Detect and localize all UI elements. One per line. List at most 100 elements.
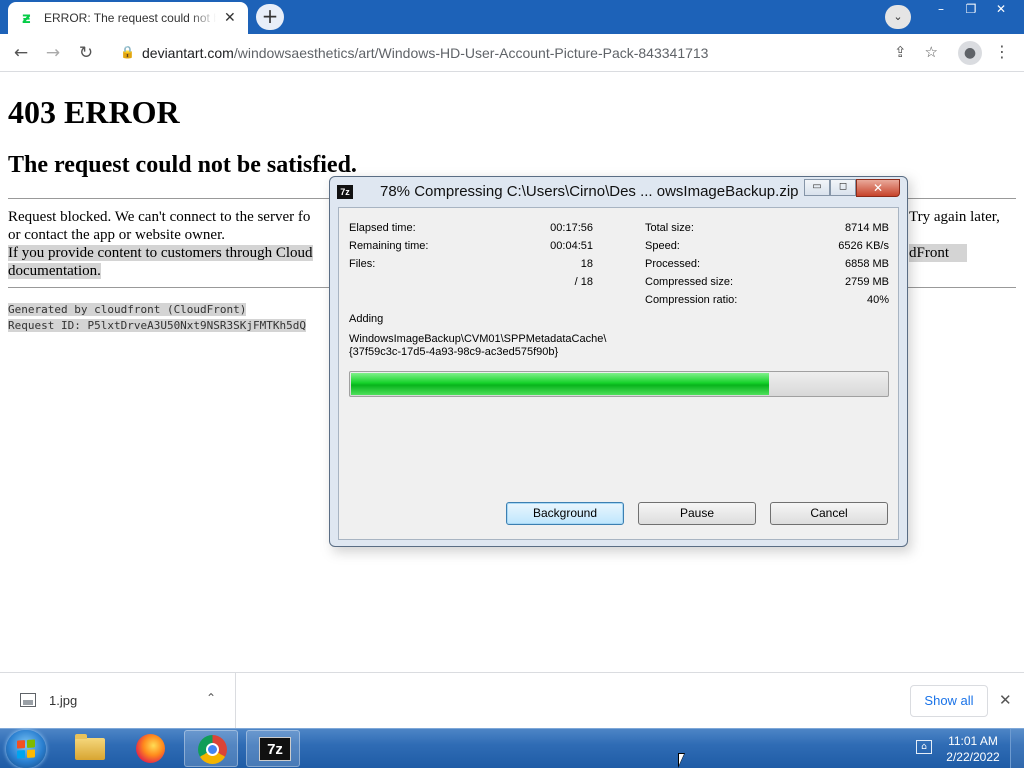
browser-tabstrip: ƶ ERROR: The request could not be satisf… xyxy=(0,0,1024,34)
image-file-icon xyxy=(20,693,36,707)
clock-time[interactable]: 11:01 AM xyxy=(942,734,1004,748)
message-line3-left: If you provide content to customers thro… xyxy=(8,245,313,261)
new-tab-button[interactable]: + xyxy=(256,4,284,30)
taskbar-explorer[interactable] xyxy=(62,730,116,767)
browser-menu-icon[interactable]: ⋮ xyxy=(994,42,1010,61)
stat-label: Files: xyxy=(349,258,376,270)
message-line1-right: Try again later, xyxy=(909,209,1000,225)
address-bar-actions: ⇪ ☆ xyxy=(894,43,938,61)
taskbar-chrome[interactable] xyxy=(184,730,238,767)
dialog-title: 78% Compressing C:\Users\Cirno\Des ... o… xyxy=(380,183,799,200)
sevenzip-progress-dialog: 7z 78% Compressing C:\Users\Cirno\Des ..… xyxy=(329,176,908,547)
close-downloads-icon[interactable]: ✕ xyxy=(999,691,1012,709)
stat-value: 8714 MB xyxy=(844,222,889,234)
dialog-body: Elapsed time: 00:17:56 Remaining time: 0… xyxy=(338,207,899,540)
stat-value: 6858 MB xyxy=(844,258,889,270)
stat-value: / 18 xyxy=(574,276,593,288)
firefox-icon xyxy=(136,734,165,763)
background-button[interactable]: Background xyxy=(506,502,624,525)
downloads-bar: 1.jpg ⌃ Show all ✕ xyxy=(0,672,1024,729)
tab-error-page[interactable]: ƶ ERROR: The request could not be satisf… xyxy=(8,2,248,34)
stat-compression-ratio: Compression ratio: 40% xyxy=(645,294,889,308)
sevenzip-taskbar-icon: 7z xyxy=(259,737,291,761)
message-line1-left: Request blocked. We can't connect to the… xyxy=(8,209,311,225)
current-file-path-line2: {37f59c3c-17d5-4a93-98c9-ac3ed575f90b} xyxy=(349,346,559,358)
dialog-close-button[interactable]: ✕ xyxy=(856,179,900,197)
generated-by-text: Generated by cloudfront (CloudFront) xyxy=(8,303,247,316)
current-file-path-line1: WindowsImageBackup\CVM01\SPPMetadataCach… xyxy=(349,333,607,345)
minimize-button[interactable]: – xyxy=(926,0,956,20)
stat-label: Total size: xyxy=(645,222,694,234)
stat-processed: Processed: 6858 MB xyxy=(645,258,889,272)
forward-arrow-icon[interactable]: → xyxy=(42,42,64,64)
chevron-up-icon[interactable]: ⌃ xyxy=(206,691,216,705)
page-subtitle: The request could not be satisfied. xyxy=(8,152,357,178)
restore-button[interactable]: ❐ xyxy=(956,0,986,20)
stat-value: 00:17:56 xyxy=(550,222,593,234)
download-item[interactable]: 1.jpg ⌃ xyxy=(0,673,236,729)
browser-toolbar: ← → ↻ 🔒 deviantart.com/windowsaesthetics… xyxy=(0,34,1024,72)
close-window-button[interactable]: ✕ xyxy=(986,0,1016,20)
cancel-button[interactable]: Cancel xyxy=(770,502,888,525)
windows-taskbar: 7z ⌂ 11:01 AM 2/22/2022 xyxy=(0,728,1024,768)
tab-title: ERROR: The request could not be satisfie… xyxy=(44,11,216,25)
stat-value: 6526 KB/s xyxy=(838,240,889,252)
start-button[interactable] xyxy=(6,730,46,768)
taskbar-7zip[interactable]: 7z xyxy=(246,730,300,767)
stat-label: Remaining time: xyxy=(349,240,429,252)
bookmark-star-icon[interactable]: ☆ xyxy=(925,43,938,61)
debug-info: Generated by cloudfront (CloudFront) Req… xyxy=(8,302,307,334)
mouse-cursor-icon xyxy=(678,753,685,768)
current-action: Adding xyxy=(349,313,384,325)
deviantart-favicon-icon: ƶ xyxy=(22,9,31,27)
show-desktop-button[interactable] xyxy=(1010,729,1024,768)
show-all-button[interactable]: Show all xyxy=(910,685,988,717)
taskbar-firefox[interactable] xyxy=(123,730,177,767)
profile-avatar-icon[interactable]: ● xyxy=(958,41,982,65)
stat-label: Processed: xyxy=(645,258,701,270)
page-title: 403 ERROR xyxy=(8,94,180,130)
message-line2: or contact the app or website owner. xyxy=(8,227,226,243)
folder-icon xyxy=(75,734,105,760)
chrome-icon xyxy=(198,735,227,764)
back-arrow-icon[interactable]: ← xyxy=(10,42,32,64)
stat-elapsed-time: Elapsed time: 00:17:56 xyxy=(349,222,593,236)
stat-files: Files: 18 xyxy=(349,258,593,272)
stat-compressed-size: Compressed size: 2759 MB xyxy=(645,276,889,290)
pause-button[interactable]: Pause xyxy=(638,502,756,525)
stat-remaining-time: Remaining time: 00:04:51 xyxy=(349,240,593,254)
window-controls: – ❐ ✕ xyxy=(926,0,1016,20)
message-line4: documentation. xyxy=(8,263,101,279)
compression-progress-bar xyxy=(349,371,889,397)
stat-value: 18 xyxy=(580,258,593,270)
address-bar[interactable]: 🔒 deviantart.com/windowsaesthetics/art/W… xyxy=(108,38,948,68)
share-icon[interactable]: ⇪ xyxy=(894,43,907,61)
stat-label: Elapsed time: xyxy=(349,222,416,234)
stat-files-total: / 18 xyxy=(349,276,593,290)
network-icon[interactable]: ⌂ xyxy=(916,740,932,754)
stat-value: 2759 MB xyxy=(844,276,889,288)
stat-total-size: Total size: 8714 MB xyxy=(645,222,889,236)
stat-label: Compressed size: xyxy=(645,276,734,288)
sevenzip-icon: 7z xyxy=(337,185,353,199)
windows-logo-icon xyxy=(17,739,35,759)
dialog-titlebar[interactable]: 7z 78% Compressing C:\Users\Cirno\Des ..… xyxy=(330,177,907,206)
lock-icon[interactable]: 🔒 xyxy=(120,45,135,59)
url-host: deviantart.com xyxy=(142,45,234,61)
stat-label: Compression ratio: xyxy=(645,294,738,306)
tab-close-icon[interactable]: ✕ xyxy=(224,10,236,26)
download-file-name: 1.jpg xyxy=(49,693,78,708)
stat-value: 40% xyxy=(866,294,889,306)
url-text[interactable]: deviantart.com/windowsaesthetics/art/Win… xyxy=(142,45,708,61)
dialog-minimize-button[interactable]: ▭ xyxy=(804,179,830,196)
dialog-maximize-button[interactable]: ◻ xyxy=(830,179,856,196)
tab-search-button[interactable]: ⌄ xyxy=(885,5,911,29)
message-line3-right: dFront xyxy=(909,244,967,262)
progress-bar-fill xyxy=(351,373,770,395)
request-id-text: Request ID: P5lxtDrveA3U50Nxt9NSR3SKjFMT… xyxy=(8,319,307,332)
url-path: /windowsaesthetics/art/Windows-HD-User-A… xyxy=(233,45,709,61)
dialog-window-controls: ▭ ◻ ✕ xyxy=(804,179,900,197)
reload-icon[interactable]: ↻ xyxy=(75,42,97,64)
stat-value: 00:04:51 xyxy=(550,240,593,252)
clock-date[interactable]: 2/22/2022 xyxy=(942,750,1004,764)
